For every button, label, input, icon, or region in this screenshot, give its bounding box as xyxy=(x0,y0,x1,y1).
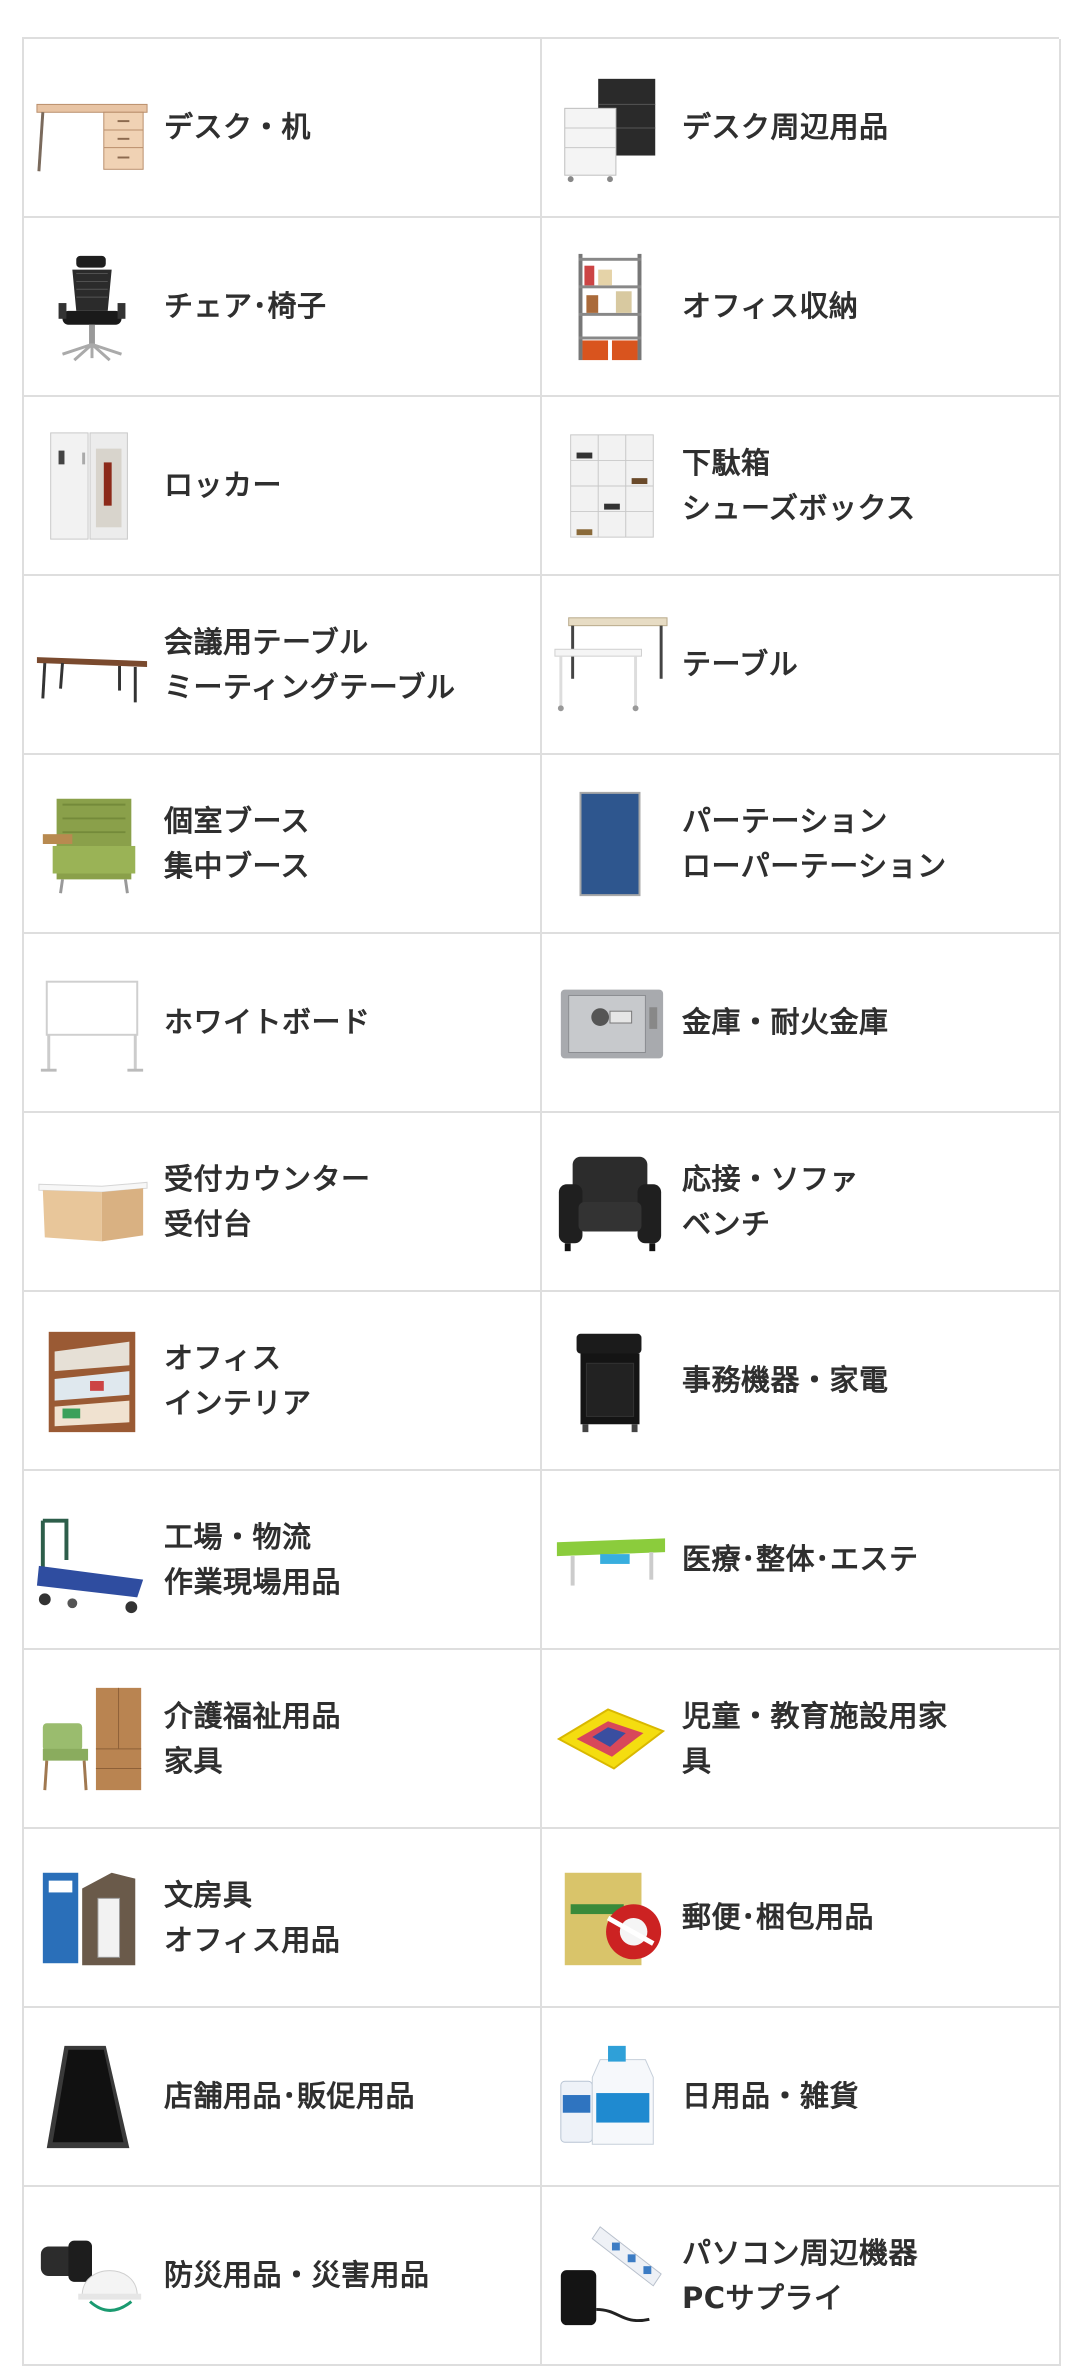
category-label: 文房具 オフィス用品 xyxy=(164,1877,341,1957)
category-label: 店舗用品･販促用品 xyxy=(164,2079,416,2113)
category-office-interior[interactable]: オフィス インテリア xyxy=(24,1292,542,1471)
category-chair[interactable]: チェア･椅子 xyxy=(24,218,542,397)
category-pc-supplies[interactable]: パソコン周辺機器 PCサプライ xyxy=(542,2187,1061,2366)
table-icon xyxy=(548,603,672,727)
category-grid: デスク・机 デスク周辺用品 チェア･椅子 オフィス収納 ロッカー 下駄箱 シュー… xyxy=(22,37,1061,2366)
category-label: 介護福祉用品 家具 xyxy=(164,1698,342,1778)
safe-icon xyxy=(548,961,672,1085)
category-label: オフィス インテリア xyxy=(164,1340,312,1420)
category-label: 会議用テーブル ミーティングテーブル xyxy=(164,624,456,704)
treatment-bed-icon xyxy=(548,1498,672,1622)
desk-pedestal-icon xyxy=(548,66,672,190)
category-office-storage[interactable]: オフィス収納 xyxy=(542,218,1061,397)
category-label: チェア･椅子 xyxy=(164,289,327,323)
category-mail-packing[interactable]: 郵便･梱包用品 xyxy=(542,1829,1061,2008)
category-meeting-table[interactable]: 会議用テーブル ミーティングテーブル xyxy=(24,576,542,755)
category-table[interactable]: テーブル xyxy=(542,576,1061,755)
category-desk[interactable]: デスク・机 xyxy=(24,39,542,218)
category-desk-accessories[interactable]: デスク周辺用品 xyxy=(542,39,1061,218)
desk-icon xyxy=(30,66,154,190)
category-reception-counter[interactable]: 受付カウンター 受付台 xyxy=(24,1113,542,1292)
category-label: デスク・机 xyxy=(164,110,311,144)
category-label: ホワイトボード xyxy=(164,1005,371,1039)
a-frame-sign-icon xyxy=(30,2035,154,2159)
office-chair-icon xyxy=(30,245,154,369)
category-label: 日用品・雑貨 xyxy=(682,2079,860,2113)
category-private-booth[interactable]: 個室ブース 集中ブース xyxy=(24,755,542,934)
category-partition[interactable]: パーテーション ローパーテーション xyxy=(542,755,1061,934)
category-disaster-prevention[interactable]: 防災用品・災害用品 xyxy=(24,2187,542,2366)
category-label: デスク周辺用品 xyxy=(682,110,889,144)
category-childcare-education[interactable]: 児童・教育施設用家 具 xyxy=(542,1650,1061,1829)
sofa-icon xyxy=(548,1140,672,1264)
category-sofa[interactable]: 応接・ソファ ベンチ xyxy=(542,1113,1061,1292)
shredder-icon xyxy=(548,1319,672,1443)
category-daily-goods[interactable]: 日用品・雑貨 xyxy=(542,2008,1061,2187)
power-strip-icon xyxy=(548,2214,672,2338)
category-whiteboard[interactable]: ホワイトボード xyxy=(24,934,542,1113)
reception-counter-icon xyxy=(30,1140,154,1264)
file-box-icon xyxy=(30,1856,154,1980)
partition-icon xyxy=(548,782,672,906)
category-label: 児童・教育施設用家 具 xyxy=(682,1698,948,1778)
play-mat-icon xyxy=(548,1677,672,1801)
category-label: ロッカー xyxy=(164,468,283,502)
storage-shelf-icon xyxy=(548,245,672,369)
category-label: 応接・ソファ ベンチ xyxy=(682,1161,860,1241)
care-furniture-icon xyxy=(30,1677,154,1801)
category-locker[interactable]: ロッカー xyxy=(24,397,542,576)
category-label: 受付カウンター 受付台 xyxy=(164,1161,371,1241)
category-label: 下駄箱 シューズボックス xyxy=(682,445,916,525)
detergent-bottle-icon xyxy=(548,2035,672,2159)
category-shoe-box[interactable]: 下駄箱 シューズボックス xyxy=(542,397,1061,576)
category-label: 防災用品・災害用品 xyxy=(164,2258,430,2292)
magazine-rack-icon xyxy=(30,1319,154,1443)
category-label: 工場・物流 作業現場用品 xyxy=(164,1519,342,1599)
hand-truck-icon xyxy=(30,1498,154,1622)
folding-table-icon xyxy=(30,603,154,727)
packing-tape-icon xyxy=(548,1856,672,1980)
category-office-equipment[interactable]: 事務機器・家電 xyxy=(542,1292,1061,1471)
locker-icon xyxy=(30,424,154,548)
category-store-supplies[interactable]: 店舗用品･販促用品 xyxy=(24,2008,542,2187)
category-label: パーテーション ローパーテーション xyxy=(682,803,947,883)
booth-chair-icon xyxy=(30,782,154,906)
shoe-box-icon xyxy=(548,424,672,548)
category-label: オフィス収納 xyxy=(682,289,859,323)
category-label: 金庫・耐火金庫 xyxy=(682,1005,889,1039)
category-factory-logistics[interactable]: 工場・物流 作業現場用品 xyxy=(24,1471,542,1650)
category-label: 医療･整体･エステ xyxy=(682,1542,919,1576)
category-medical[interactable]: 医療･整体･エステ xyxy=(542,1471,1061,1650)
whiteboard-icon xyxy=(30,961,154,1085)
category-nursing-care[interactable]: 介護福祉用品 家具 xyxy=(24,1650,542,1829)
category-label: 郵便･梱包用品 xyxy=(682,1900,875,1934)
category-label: 事務機器・家電 xyxy=(682,1363,889,1397)
category-label: テーブル xyxy=(682,647,799,681)
flashlight-helmet-icon xyxy=(30,2214,154,2338)
category-stationery[interactable]: 文房具 オフィス用品 xyxy=(24,1829,542,2008)
category-safe[interactable]: 金庫・耐火金庫 xyxy=(542,934,1061,1113)
category-label: パソコン周辺機器 PCサプライ xyxy=(682,2235,919,2315)
category-label: 個室ブース 集中ブース xyxy=(164,803,311,883)
